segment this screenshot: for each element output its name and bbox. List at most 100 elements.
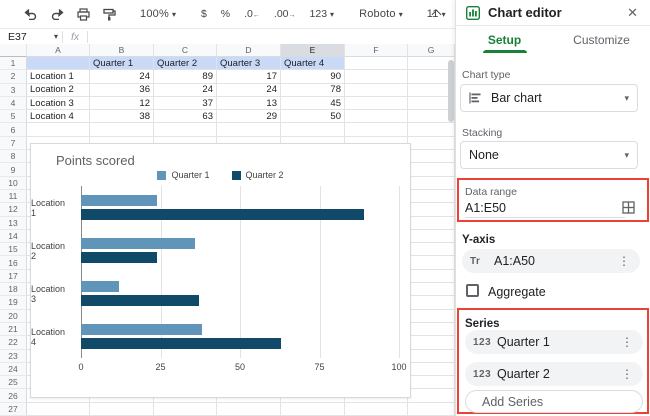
row-header-19[interactable]: 19 xyxy=(0,296,27,309)
row-header-22[interactable]: 22 xyxy=(0,336,27,349)
row-header-4[interactable]: 4 xyxy=(0,97,27,110)
row-header-23[interactable]: 23 xyxy=(0,350,27,363)
row-header-10[interactable]: 10 xyxy=(0,177,27,190)
cell-B5[interactable]: 38 xyxy=(90,110,154,123)
cell-B4[interactable]: 12 xyxy=(90,97,154,110)
row-header-6[interactable]: 6 xyxy=(0,123,27,136)
row-header-2[interactable]: 2 xyxy=(0,70,27,83)
cell-G12[interactable] xyxy=(408,203,455,216)
cell-F27[interactable] xyxy=(345,403,408,416)
paint-format-icon[interactable] xyxy=(98,3,120,25)
cell-F6[interactable] xyxy=(345,123,408,136)
more-options-icon[interactable]: ⋮ xyxy=(619,335,635,349)
cell-G26[interactable] xyxy=(408,389,455,402)
cell-A2[interactable]: Location 1 xyxy=(27,70,90,83)
font-select[interactable]: Roboto ▾ xyxy=(355,3,407,25)
cell-G19[interactable] xyxy=(408,296,455,309)
column-header-b[interactable]: B xyxy=(90,44,154,57)
column-header-e[interactable]: E xyxy=(281,44,345,57)
cell-G17[interactable] xyxy=(408,270,455,283)
format-percent-button[interactable]: % xyxy=(216,8,235,20)
row-header-3[interactable]: 3 xyxy=(0,84,27,97)
cell-A5[interactable]: Location 4 xyxy=(27,110,90,123)
row-header-18[interactable]: 18 xyxy=(0,283,27,296)
cell-G7[interactable] xyxy=(408,137,455,150)
cell-A3[interactable]: Location 2 xyxy=(27,84,90,97)
add-series-button[interactable]: Add Series xyxy=(465,390,643,413)
cell-E1[interactable]: Quarter 4 xyxy=(281,57,345,70)
cell-A4[interactable]: Location 3 xyxy=(27,97,90,110)
cell-G22[interactable] xyxy=(408,336,455,349)
cell-G8[interactable] xyxy=(408,150,455,163)
cell-E27[interactable] xyxy=(281,403,345,416)
cell-E3[interactable]: 78 xyxy=(281,84,345,97)
column-header-g[interactable]: G xyxy=(408,44,455,57)
row-header-8[interactable]: 8 xyxy=(0,150,27,163)
cell-F5[interactable] xyxy=(345,110,408,123)
cell-F1[interactable] xyxy=(345,57,408,70)
cell-A1[interactable] xyxy=(27,57,90,70)
cell-G10[interactable] xyxy=(408,177,455,190)
row-header-25[interactable]: 25 xyxy=(0,376,27,389)
cell-B27[interactable] xyxy=(90,403,154,416)
row-header-12[interactable]: 12 xyxy=(0,203,27,216)
cell-G15[interactable] xyxy=(408,243,455,256)
series-chip-quarter-2[interactable]: 123Quarter 2⋮ xyxy=(465,362,643,386)
cell-E4[interactable]: 45 xyxy=(281,97,345,110)
vertical-scrollbar[interactable] xyxy=(448,60,454,122)
cell-G24[interactable] xyxy=(408,363,455,376)
aggregate-checkbox[interactable] xyxy=(466,284,479,297)
row-header-27[interactable]: 27 xyxy=(0,403,27,416)
select-all-corner[interactable] xyxy=(0,44,27,57)
cell-G9[interactable] xyxy=(408,163,455,176)
tab-setup[interactable]: Setup xyxy=(456,27,553,53)
row-header-1[interactable]: 1 xyxy=(0,57,27,70)
redo-icon[interactable] xyxy=(46,3,68,25)
cell-G16[interactable] xyxy=(408,256,455,269)
data-range-input[interactable]: A1:E50 xyxy=(465,201,506,215)
y-axis-chip[interactable]: Tr A1:A50 ⋮ xyxy=(462,249,640,273)
close-icon[interactable]: ✕ xyxy=(625,5,640,21)
cell-G25[interactable] xyxy=(408,376,455,389)
column-header-f[interactable]: F xyxy=(345,44,408,57)
more-formats-button[interactable]: 123▾ xyxy=(305,8,340,20)
cell-B6[interactable] xyxy=(90,123,154,136)
series-chip-quarter-1[interactable]: 123Quarter 1⋮ xyxy=(465,330,643,354)
cell-D4[interactable]: 13 xyxy=(217,97,281,110)
cell-G23[interactable] xyxy=(408,350,455,363)
row-header-7[interactable]: 7 xyxy=(0,137,27,150)
cell-D6[interactable] xyxy=(217,123,281,136)
column-header-a[interactable]: A xyxy=(27,44,90,57)
row-header-26[interactable]: 26 xyxy=(0,389,27,402)
cell-C4[interactable]: 37 xyxy=(154,97,217,110)
row-header-15[interactable]: 15 xyxy=(0,243,27,256)
row-header-17[interactable]: 17 xyxy=(0,270,27,283)
row-header-16[interactable]: 16 xyxy=(0,256,27,269)
cell-A6[interactable] xyxy=(27,123,90,136)
cell-B1[interactable]: Quarter 1 xyxy=(90,57,154,70)
cell-E5[interactable]: 50 xyxy=(281,110,345,123)
cell-C27[interactable] xyxy=(154,403,217,416)
cell-G27[interactable] xyxy=(408,403,455,416)
cell-G13[interactable] xyxy=(408,217,455,230)
cell-D27[interactable] xyxy=(217,403,281,416)
cell-C2[interactable]: 89 xyxy=(154,70,217,83)
zoom-select[interactable]: 100% ▾ xyxy=(136,3,180,25)
stacking-dropdown[interactable]: None ▾ xyxy=(460,141,638,169)
row-header-13[interactable]: 13 xyxy=(0,217,27,230)
cell-G21[interactable] xyxy=(408,323,455,336)
row-header-24[interactable]: 24 xyxy=(0,363,27,376)
cell-F4[interactable] xyxy=(345,97,408,110)
row-header-9[interactable]: 9 xyxy=(0,163,27,176)
format-currency-button[interactable]: $ xyxy=(196,8,212,20)
more-options-icon[interactable]: ⋮ xyxy=(616,254,632,268)
select-range-grid-icon[interactable] xyxy=(622,201,635,214)
cell-C3[interactable]: 24 xyxy=(154,84,217,97)
column-header-d[interactable]: D xyxy=(217,44,281,57)
row-header-14[interactable]: 14 xyxy=(0,230,27,243)
cell-E6[interactable] xyxy=(281,123,345,136)
cell-G18[interactable] xyxy=(408,283,455,296)
chart-type-dropdown[interactable]: Bar chart ▾ xyxy=(460,84,638,112)
collapse-toolbar-icon[interactable] xyxy=(432,9,441,18)
cell-A27[interactable] xyxy=(27,403,90,416)
